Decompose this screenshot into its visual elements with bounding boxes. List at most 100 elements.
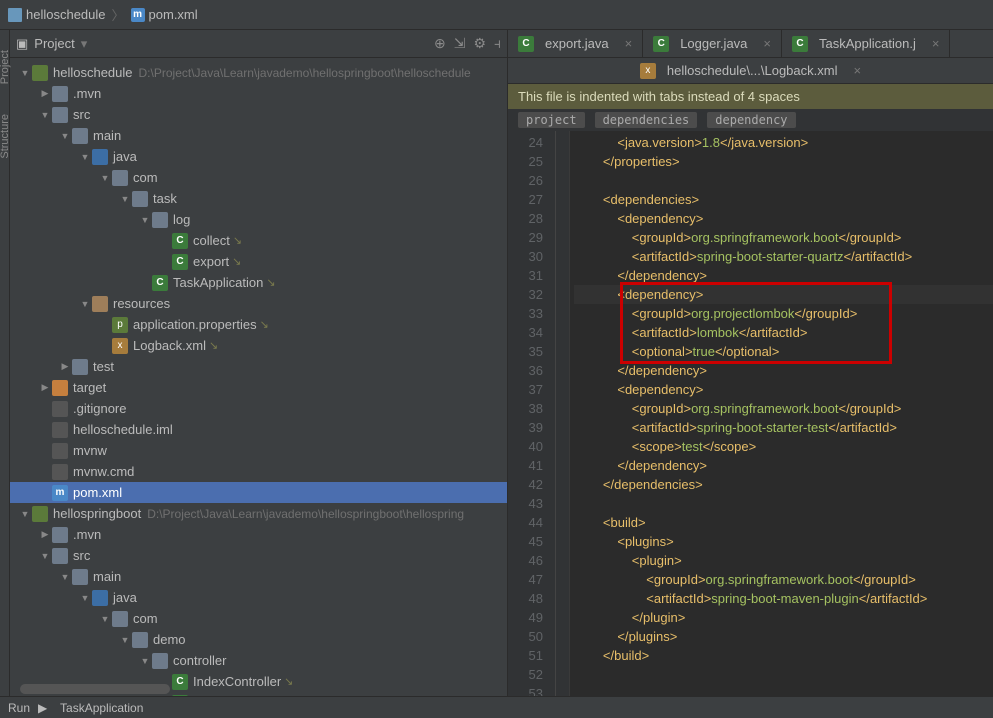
panel-title[interactable]: Project: [34, 36, 74, 51]
tree-item-export[interactable]: Cexport↘: [10, 251, 507, 272]
expand-arrow-icon[interactable]: ▼: [18, 68, 32, 78]
tree-item-helloschedule[interactable]: ▼helloscheduleD:\Project\Java\Learn\java…: [10, 62, 507, 83]
crumb-dependency[interactable]: dependency: [707, 112, 795, 128]
project-tree[interactable]: ▼helloscheduleD:\Project\Java\Learn\java…: [10, 58, 507, 696]
code-line-33[interactable]: <groupId>org.projectlombok</groupId>: [574, 304, 993, 323]
tree-item-demo[interactable]: ▼demo: [10, 629, 507, 650]
expand-arrow-icon[interactable]: ▶: [58, 361, 72, 372]
code-line-39[interactable]: <artifactId>spring-boot-starter-test</ar…: [574, 418, 993, 437]
code-line-42[interactable]: </dependencies>: [574, 475, 993, 494]
code-line-50[interactable]: </plugins>: [574, 627, 993, 646]
code-editor[interactable]: <java.version>1.8</java.version> </prope…: [570, 131, 993, 696]
expand-arrow-icon[interactable]: ▼: [98, 173, 112, 183]
indentation-warning[interactable]: This file is indented with tabs instead …: [508, 84, 993, 109]
code-line-51[interactable]: </build>: [574, 646, 993, 665]
tree-item--mvn[interactable]: ▶.mvn: [10, 83, 507, 104]
expand-arrow-icon[interactable]: ▼: [78, 152, 92, 162]
expand-arrow-icon[interactable]: ▶: [38, 382, 52, 393]
code-line-31[interactable]: </dependency>: [574, 266, 993, 285]
tab-taskapplication-j[interactable]: CTaskApplication.j×: [782, 30, 950, 57]
tree-item--gitignore[interactable]: .gitignore: [10, 398, 507, 419]
tree-item-application-properties[interactable]: papplication.properties↘: [10, 314, 507, 335]
tree-item-mvnw-cmd[interactable]: mvnw.cmd: [10, 461, 507, 482]
tree-item-hellospringboot[interactable]: ▼hellospringbootD:\Project\Java\Learn\ja…: [10, 503, 507, 524]
tab-logger-java[interactable]: CLogger.java×: [643, 30, 782, 57]
tree-item-helloschedule-iml[interactable]: helloschedule.iml: [10, 419, 507, 440]
code-line-24[interactable]: <java.version>1.8</java.version>: [574, 133, 993, 152]
expand-arrow-icon[interactable]: ▼: [118, 635, 132, 645]
code-line-26[interactable]: [574, 171, 993, 190]
code-line-25[interactable]: </properties>: [574, 152, 993, 171]
tree-item-test[interactable]: ▶test: [10, 356, 507, 377]
gear-icon[interactable]: ⚙: [473, 35, 486, 52]
expand-arrow-icon[interactable]: ▶: [38, 88, 52, 99]
locate-icon[interactable]: ⊕: [434, 35, 446, 52]
close-icon[interactable]: ×: [853, 63, 861, 78]
structure-tool-button[interactable]: Structure: [0, 114, 11, 159]
tab-logback[interactable]: x helloschedule\...\Logback.xml ×: [630, 63, 871, 79]
code-line-32[interactable]: <dependency>: [574, 285, 993, 304]
code-line-38[interactable]: <groupId>org.springframework.boot</group…: [574, 399, 993, 418]
expand-arrow-icon[interactable]: ▼: [78, 299, 92, 309]
hide-icon[interactable]: ⫞: [494, 35, 501, 52]
tree-item-com[interactable]: ▼com: [10, 167, 507, 188]
close-icon[interactable]: ×: [932, 36, 940, 51]
breadcrumb-root[interactable]: helloschedule: [8, 7, 106, 22]
code-line-46[interactable]: <plugin>: [574, 551, 993, 570]
code-line-34[interactable]: <artifactId>lombok</artifactId>: [574, 323, 993, 342]
tree-item-src[interactable]: ▼src: [10, 545, 507, 566]
tree-item-main[interactable]: ▼main: [10, 125, 507, 146]
tree-item-taskapplication[interactable]: CTaskApplication↘: [10, 272, 507, 293]
crumb-project[interactable]: project: [518, 112, 585, 128]
tab-export-java[interactable]: Cexport.java×: [508, 30, 643, 57]
tree-item-main[interactable]: ▼main: [10, 566, 507, 587]
tree-item-log[interactable]: ▼log: [10, 209, 507, 230]
collapse-icon[interactable]: ⇲: [454, 35, 466, 52]
code-line-29[interactable]: <groupId>org.springframework.boot</group…: [574, 228, 993, 247]
code-line-44[interactable]: <build>: [574, 513, 993, 532]
line-gutter[interactable]: 2425262728293031323334353637383940414243…: [508, 131, 556, 696]
expand-arrow-icon[interactable]: ▼: [58, 131, 72, 141]
tree-item-java[interactable]: ▼java: [10, 146, 507, 167]
expand-arrow-icon[interactable]: ▼: [78, 593, 92, 603]
tree-item-pom-xml[interactable]: mpom.xml: [10, 482, 507, 503]
tree-item-task[interactable]: ▼task: [10, 188, 507, 209]
expand-arrow-icon[interactable]: ▼: [58, 572, 72, 582]
tree-item-mvnw[interactable]: mvnw: [10, 440, 507, 461]
tree-item-collect[interactable]: Ccollect↘: [10, 230, 507, 251]
code-line-35[interactable]: <optional>true</optional>: [574, 342, 993, 361]
scrollbar-thumb[interactable]: [20, 684, 170, 694]
tree-item-logback-xml[interactable]: xLogback.xml↘: [10, 335, 507, 356]
run-config-name[interactable]: TaskApplication: [60, 701, 143, 715]
code-line-37[interactable]: <dependency>: [574, 380, 993, 399]
close-icon[interactable]: ×: [763, 36, 771, 51]
expand-arrow-icon[interactable]: ▼: [138, 215, 152, 225]
tree-item-src[interactable]: ▼src: [10, 104, 507, 125]
dropdown-icon[interactable]: ▾: [81, 36, 88, 52]
tree-item-resources[interactable]: ▼resources: [10, 293, 507, 314]
code-line-36[interactable]: </dependency>: [574, 361, 993, 380]
tree-item--mvn[interactable]: ▶.mvn: [10, 524, 507, 545]
code-line-40[interactable]: <scope>test</scope>: [574, 437, 993, 456]
code-line-49[interactable]: </plugin>: [574, 608, 993, 627]
tree-item-java[interactable]: ▼java: [10, 587, 507, 608]
project-tool-button[interactable]: Project: [0, 50, 11, 84]
code-line-28[interactable]: <dependency>: [574, 209, 993, 228]
tree-item-com[interactable]: ▼com: [10, 608, 507, 629]
code-line-53[interactable]: [574, 684, 993, 696]
code-line-30[interactable]: <artifactId>spring-boot-starter-quartz</…: [574, 247, 993, 266]
code-line-52[interactable]: [574, 665, 993, 684]
expand-arrow-icon[interactable]: ▼: [38, 110, 52, 120]
code-line-27[interactable]: <dependencies>: [574, 190, 993, 209]
expand-arrow-icon[interactable]: ▶: [38, 529, 52, 540]
close-icon[interactable]: ×: [625, 36, 633, 51]
code-line-47[interactable]: <groupId>org.springframework.boot</group…: [574, 570, 993, 589]
expand-arrow-icon[interactable]: ▼: [138, 656, 152, 666]
tree-item-controller[interactable]: ▼controller: [10, 650, 507, 671]
tree-item-target[interactable]: ▶target: [10, 377, 507, 398]
expand-arrow-icon[interactable]: ▼: [38, 551, 52, 561]
expand-arrow-icon[interactable]: ▼: [18, 509, 32, 519]
code-line-43[interactable]: [574, 494, 993, 513]
expand-arrow-icon[interactable]: ▼: [118, 194, 132, 204]
breadcrumb-file[interactable]: mpom.xml: [131, 7, 198, 22]
